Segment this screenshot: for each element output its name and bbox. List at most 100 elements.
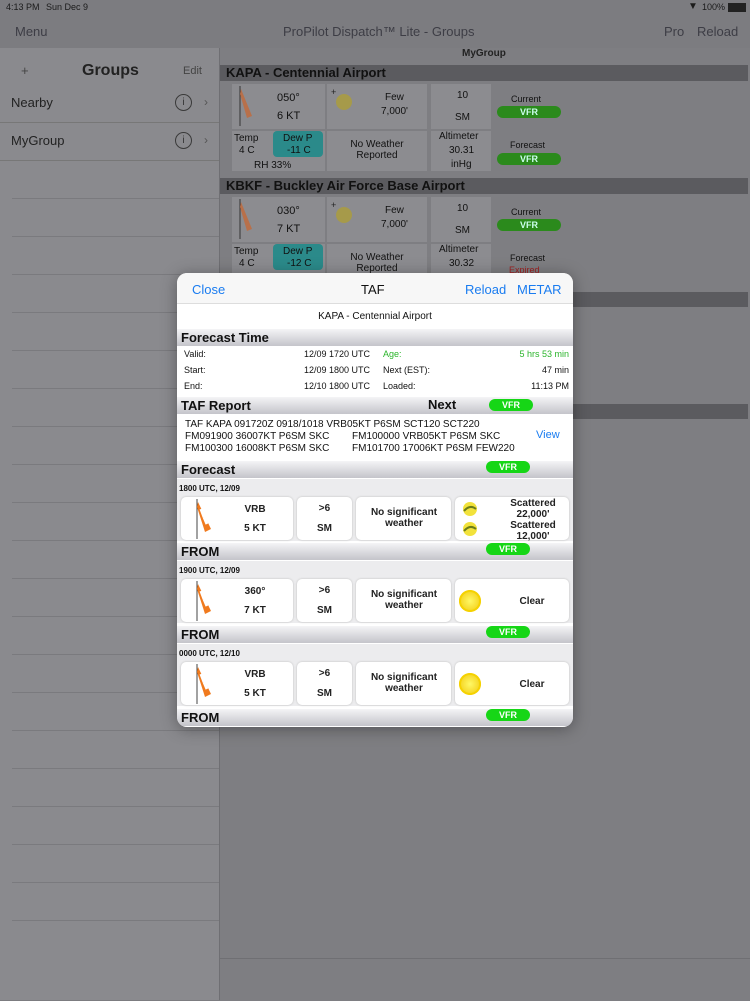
section-header: FROM VFR [177, 709, 573, 726]
airport-header[interactable]: KBKF - Buckley Air Force Base Airport [220, 178, 748, 194]
altimeter-label: Altimeter [439, 244, 479, 255]
next-label: Next [428, 397, 457, 412]
group-title: MyGroup [462, 48, 506, 59]
dewpoint-label: Dew P [283, 246, 313, 257]
forecast-label: Forecast [510, 140, 546, 150]
metar-button[interactable]: METAR [517, 282, 562, 297]
dewpoint-value: -11 C [287, 145, 311, 156]
windsock-icon [195, 664, 215, 704]
start-label: Start: [184, 365, 206, 375]
dewpoint-label: Dew P [283, 133, 313, 144]
wind-speed: 5 KT [244, 523, 266, 534]
divider [12, 730, 219, 731]
wind-speed: 5 KT [244, 688, 266, 699]
period-time: 0000 UTC, 12/10 [179, 649, 240, 658]
forecast-category-badge: VFR [497, 153, 561, 165]
reload-button[interactable]: Reload [697, 24, 738, 39]
next-label: Next (EST): [383, 365, 431, 375]
wifi-icon: ▼ [688, 1, 698, 12]
altimeter-unit: inHg [451, 159, 472, 170]
forecast-period: 1900 UTC, 12/09 360° 7 KT >6 SM No signi… [177, 561, 573, 623]
divider [12, 806, 219, 807]
sidebar-item-mygroup[interactable]: MyGroup i › [0, 123, 219, 161]
age-label: Age: [383, 349, 402, 359]
temp-label: Temp [234, 246, 259, 257]
age-value: 5 hrs 53 min [519, 349, 569, 359]
end-label: End: [184, 381, 203, 391]
battery-icon [728, 3, 746, 12]
sky-altitude: 22,000' [516, 509, 550, 520]
loaded-value: 11:13 PM [531, 381, 569, 391]
visibility: 10 [457, 203, 469, 214]
start-value: 12/09 1800 UTC [303, 365, 370, 375]
next-value: 47 min [541, 365, 569, 375]
taf-text-line: FM091900 36007KT P6SM SKC [185, 431, 330, 442]
airport-header[interactable] [573, 404, 748, 419]
edit-button[interactable]: Edit [183, 65, 202, 77]
divider [12, 198, 219, 199]
relative-humidity: RH 33% [254, 160, 292, 171]
status-date: Sun Dec 9 [46, 2, 89, 12]
section-header: FROM VFR [177, 626, 573, 643]
visibility-unit: SM [455, 112, 470, 123]
taf-text-line: FM101700 17006KT P6SM FEW220 [352, 443, 515, 454]
weather-text: No Weather Reported [350, 252, 404, 274]
add-group-button[interactable]: + [21, 63, 29, 78]
period-time: 1900 UTC, 12/09 [179, 566, 240, 575]
sidebar-item-nearby[interactable]: Nearby i › [0, 85, 219, 123]
sidebar-title: Groups [82, 62, 139, 79]
valid-value: 12/09 1720 UTC [303, 349, 370, 359]
sun-icon [459, 590, 481, 612]
valid-label: Valid: [184, 349, 206, 359]
reload-button[interactable]: Reload [465, 282, 506, 297]
modal-title: TAF [361, 282, 385, 297]
page-title: ProPilot Dispatch™ Lite - Groups [283, 24, 475, 39]
visibility: >6 [318, 668, 331, 679]
wind-speed: 7 KT [277, 223, 301, 235]
airport-name: KBKF - Buckley Air Force Base Airport [226, 178, 465, 193]
weather-text: No significant weather [370, 507, 438, 529]
period-time: 1800 UTC, 12/09 [179, 484, 240, 493]
sky-altitude: 12,000' [516, 531, 550, 542]
few-clouds-icon: + [331, 87, 355, 113]
pro-button[interactable]: Pro [664, 24, 684, 39]
wind-direction: 050° [277, 92, 300, 104]
chevron-right-icon: › [204, 95, 208, 109]
airport-header[interactable]: KAPA - Centennial Airport [220, 65, 748, 81]
forecast-period: 0000 UTC, 12/10 VRB 5 KT >6 SM No signif… [177, 644, 573, 706]
vfr-badge: VFR [486, 709, 530, 721]
cloud-altitude: 7,000' [381, 106, 408, 117]
wind-direction: 360° [244, 586, 266, 597]
info-icon[interactable]: i [175, 132, 192, 149]
section-title: FROM [181, 627, 220, 642]
airport-header[interactable] [573, 292, 748, 307]
sky-condition: Scattered [510, 520, 556, 531]
current-category-badge: VFR [497, 219, 561, 231]
view-button[interactable]: View [536, 429, 560, 441]
weather-text: No significant weather [370, 672, 438, 694]
close-button[interactable]: Close [192, 282, 225, 297]
info-icon[interactable]: i [175, 94, 192, 111]
section-title: FROM [181, 710, 220, 725]
windsock-icon [238, 199, 254, 239]
visibility-unit: SM [455, 225, 470, 236]
taf-modal: Close TAF Reload METAR KAPA - Centennial… [177, 273, 573, 727]
svg-text:+: + [331, 89, 336, 97]
temp-value: 4 C [239, 258, 255, 269]
divider [12, 844, 219, 845]
weather-text: No Weather Reported [350, 139, 404, 161]
airport-name: KAPA - Centennial Airport [226, 65, 386, 80]
divider [12, 882, 219, 883]
scattered-clouds-icon [461, 500, 479, 518]
status-time: 4:13 PM [6, 2, 40, 12]
cloud-cover: Few [385, 205, 404, 216]
menu-button[interactable]: Menu [15, 24, 48, 39]
divider [12, 768, 219, 769]
visibility: >6 [318, 585, 331, 596]
loaded-label: Loaded: [383, 381, 416, 391]
sidebar-item-label: Nearby [11, 95, 53, 110]
bottom-toolbar [220, 958, 750, 1001]
section-header: Forecast VFR [177, 461, 573, 478]
windsock-icon [195, 499, 215, 539]
sidebar-item-label: MyGroup [11, 133, 65, 148]
